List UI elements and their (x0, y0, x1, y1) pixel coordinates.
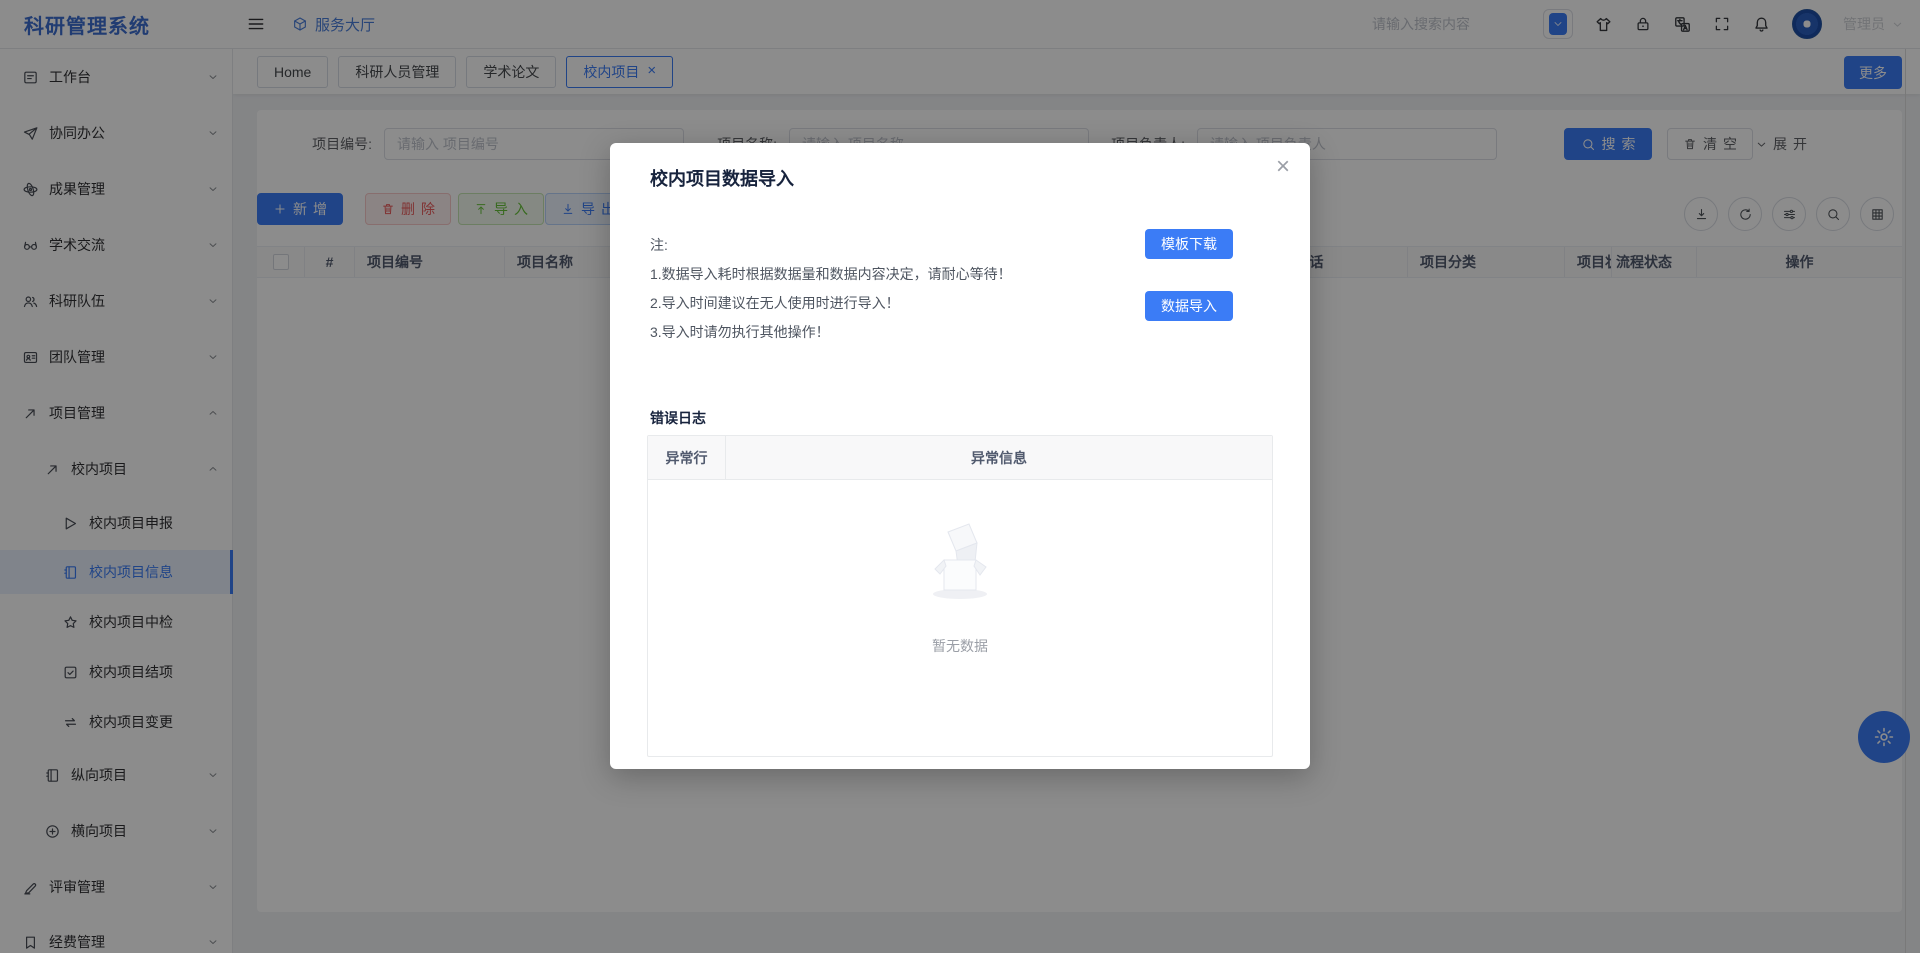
data-import-button[interactable]: 数据导入 (1145, 291, 1233, 321)
note-line: 1.数据导入耗时根据数据量和数据内容决定，请耐心等待！ (650, 266, 1012, 282)
error-log-title: 错误日志 (650, 410, 706, 426)
empty-state: 暂无数据 (648, 480, 1272, 756)
template-download-button[interactable]: 模板下载 (1145, 229, 1233, 259)
import-dialog: 校内项目数据导入 × 注: 1.数据导入耗时根据数据量和数据内容决定，请耐心等待… (610, 143, 1310, 769)
note-line: 2.导入时间建议在无人使用时进行导入！ (650, 295, 900, 311)
error-log-table-header: 异常行 异常信息 (648, 436, 1272, 480)
column-error-row: 异常行 (648, 436, 726, 479)
dialog-close-icon[interactable]: × (1276, 155, 1290, 179)
empty-text: 暂无数据 (932, 638, 988, 654)
dialog-title: 校内项目数据导入 (650, 169, 794, 189)
note-line: 3.导入时请勿执行其他操作！ (650, 324, 830, 340)
column-error-message: 异常信息 (971, 449, 1027, 466)
error-log-table: 异常行 异常信息 暂无数据 (647, 435, 1273, 757)
dialog-notes: 注: 1.数据导入耗时根据数据量和数据内容决定，请耐心等待！ 2.导入时间建议在… (650, 231, 1012, 347)
note-title: 注: (650, 237, 668, 253)
empty-box-illustration (933, 523, 987, 599)
